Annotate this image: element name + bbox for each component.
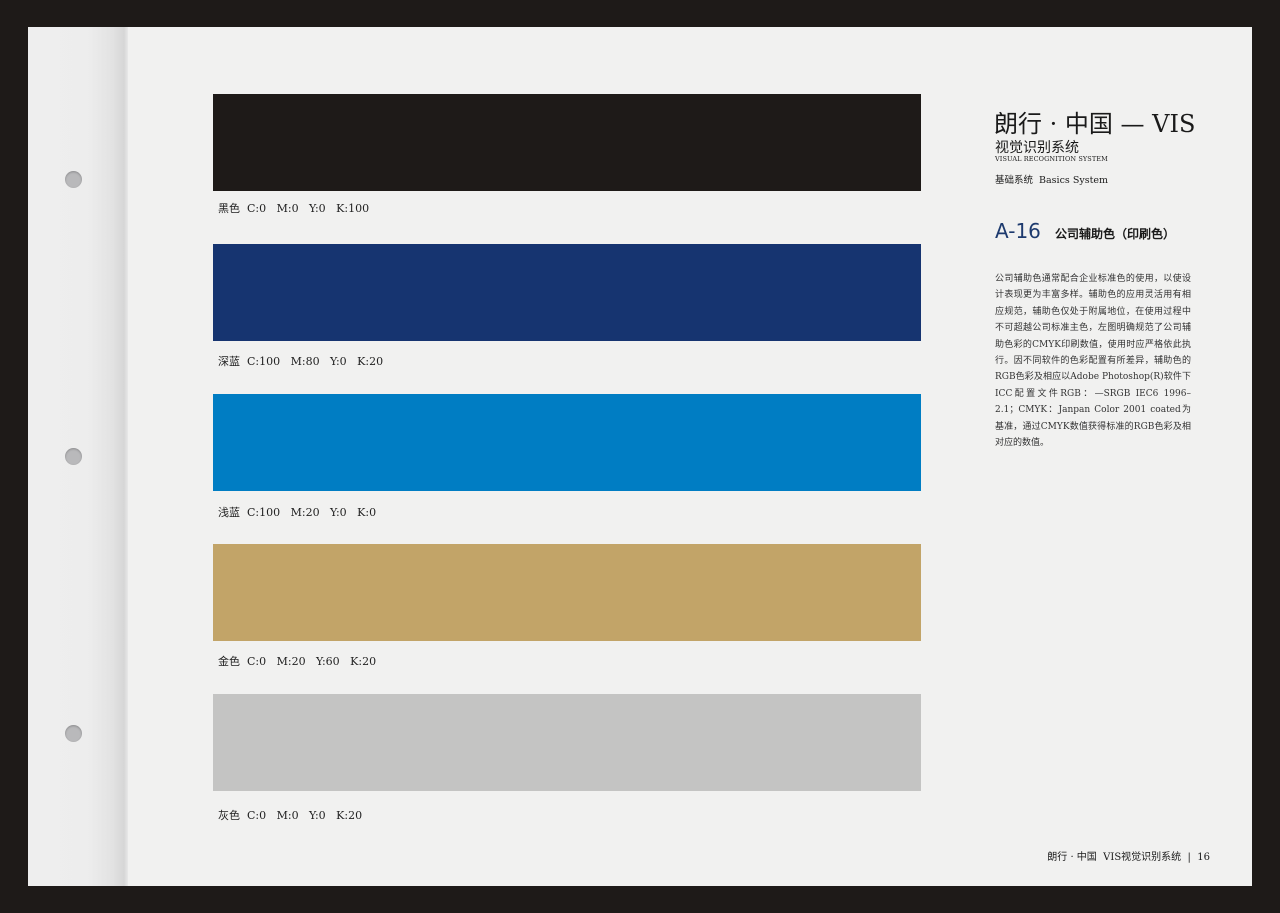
color-swatch-black: [213, 94, 921, 191]
section-description: 公司辅助色通常配合企业标准色的使用，以使设计表现更为丰富多样。辅助色的应用灵活用…: [995, 274, 1191, 449]
brand-subtitle-english: VISUAL RECOGNITION SYSTEM: [995, 155, 1108, 163]
section-title: 公司辅助色（印刷色）: [1055, 227, 1176, 241]
color-swatch-dark-blue: [213, 244, 921, 341]
swatch-label-dark-blue: 深蓝 C:100 M:80 Y:0 K:20: [218, 355, 384, 368]
color-swatch-gold: [213, 544, 921, 641]
binder-hole-top: [65, 171, 82, 188]
brand-manual-page: 黑色 C:0 M:0 Y:0 K:100 深蓝 C:100 M:80 Y:0 K…: [28, 27, 1252, 886]
color-swatch-light-blue: [213, 394, 921, 491]
swatch-label-black: 黑色 C:0 M:0 Y:0 K:100: [218, 202, 370, 215]
color-swatch-gray: [213, 694, 921, 791]
binding-strip: [28, 27, 128, 886]
swatch-label-gray: 灰色 C:0 M:0 Y:0 K:20: [218, 809, 363, 822]
swatch-label-light-blue: 浅蓝 C:100 M:20 Y:0 K:0: [218, 506, 377, 519]
binder-hole-middle: [65, 448, 82, 465]
binder-hole-bottom: [65, 725, 82, 742]
page-footer: 朗行 · 中国 VIS视觉识别系统 | 16: [1047, 852, 1210, 863]
brand-subtitle: 视觉识别系统: [995, 140, 1079, 156]
category-label: 基础系统 Basics System: [995, 175, 1109, 186]
brand-title: 朗行 · 中国 — VIS: [994, 110, 1196, 138]
section-code: A-16: [995, 219, 1041, 243]
swatch-label-gold: 金色 C:0 M:20 Y:60 K:20: [218, 655, 377, 668]
